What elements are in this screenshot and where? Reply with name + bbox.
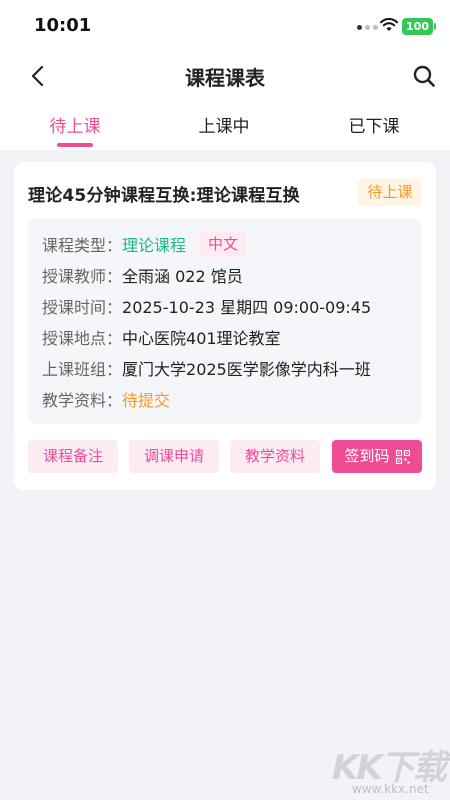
course-card[interactable]: 理论45分钟课程互换:理论课程互换 待上课 课程类型： 理论课程 中文 授课教师… xyxy=(14,162,436,490)
course-notes-button[interactable]: 课程备注 xyxy=(28,440,118,473)
material-label: 教学资料： xyxy=(42,391,123,410)
watermark-url: www.kkx.net xyxy=(352,782,429,796)
qr-code-icon xyxy=(395,449,410,464)
teacher-value: 全雨涵 022 馆员 xyxy=(122,267,243,286)
location-label: 授课地点： xyxy=(42,329,123,348)
status-bar: 10:01 100 xyxy=(0,0,450,52)
checkin-code-button[interactable]: 签到码 xyxy=(332,440,422,473)
search-icon[interactable] xyxy=(412,64,436,88)
tab-finished[interactable]: 已下课 xyxy=(314,112,434,137)
material-status[interactable]: 待提交 xyxy=(122,387,170,411)
signal-icon xyxy=(357,25,378,30)
tab-in-progress[interactable]: 上课中 xyxy=(164,112,284,137)
status-badge: 待上课 xyxy=(358,179,422,206)
info-row-class: 上课班组： 厦门大学2025医学影像学内科一班 xyxy=(42,357,371,379)
info-row-time: 授课时间： 2025-10-23 星期四 09:00-09:45 xyxy=(42,295,371,317)
time-value: 2025-10-23 星期四 09:00-09:45 xyxy=(122,298,372,317)
reschedule-request-button[interactable]: 调课申请 xyxy=(129,440,219,473)
language-tag: 中文 xyxy=(200,231,247,257)
info-row-location: 授课地点： 中心医院401理论教室 xyxy=(42,326,281,348)
type-label: 课程类型： xyxy=(42,236,123,255)
info-row-type: 课程类型： 理论课程 中文 xyxy=(42,231,247,257)
checkin-code-label: 签到码 xyxy=(344,447,390,465)
teacher-label: 授课教师： xyxy=(42,267,123,286)
location-value: 中心医院401理论教室 xyxy=(122,329,281,348)
class-value: 厦门大学2025医学影像学内科一班 xyxy=(122,360,371,379)
class-label: 上课班组： xyxy=(42,360,123,379)
info-row-teacher: 授课教师： 全雨涵 022 馆员 xyxy=(42,264,243,286)
info-row-materials: 教学资料： 待提交 xyxy=(42,388,170,410)
active-tab-indicator xyxy=(57,143,93,147)
page-title: 课程课表 xyxy=(185,66,265,90)
watermark-logo: KK下载 www.kkx.net xyxy=(330,740,447,798)
course-title: 理论45分钟课程互换:理论课程互换 xyxy=(28,186,300,206)
type-value: 理论课程 xyxy=(122,236,187,255)
wifi-icon xyxy=(380,18,398,31)
time-label: 授课时间： xyxy=(42,298,123,317)
course-info-box: 课程类型： 理论课程 中文 授课教师： 全雨涵 022 馆员 授课时间： 202… xyxy=(28,218,422,424)
status-time: 10:01 xyxy=(34,15,92,36)
header-area: 10:01 100 课程课表 待上课 上课中 已下课 xyxy=(0,0,450,150)
teaching-materials-button[interactable]: 教学资料 xyxy=(230,440,320,473)
battery-indicator: 100 xyxy=(402,18,436,35)
tab-pending[interactable]: 待上课 xyxy=(15,112,135,137)
